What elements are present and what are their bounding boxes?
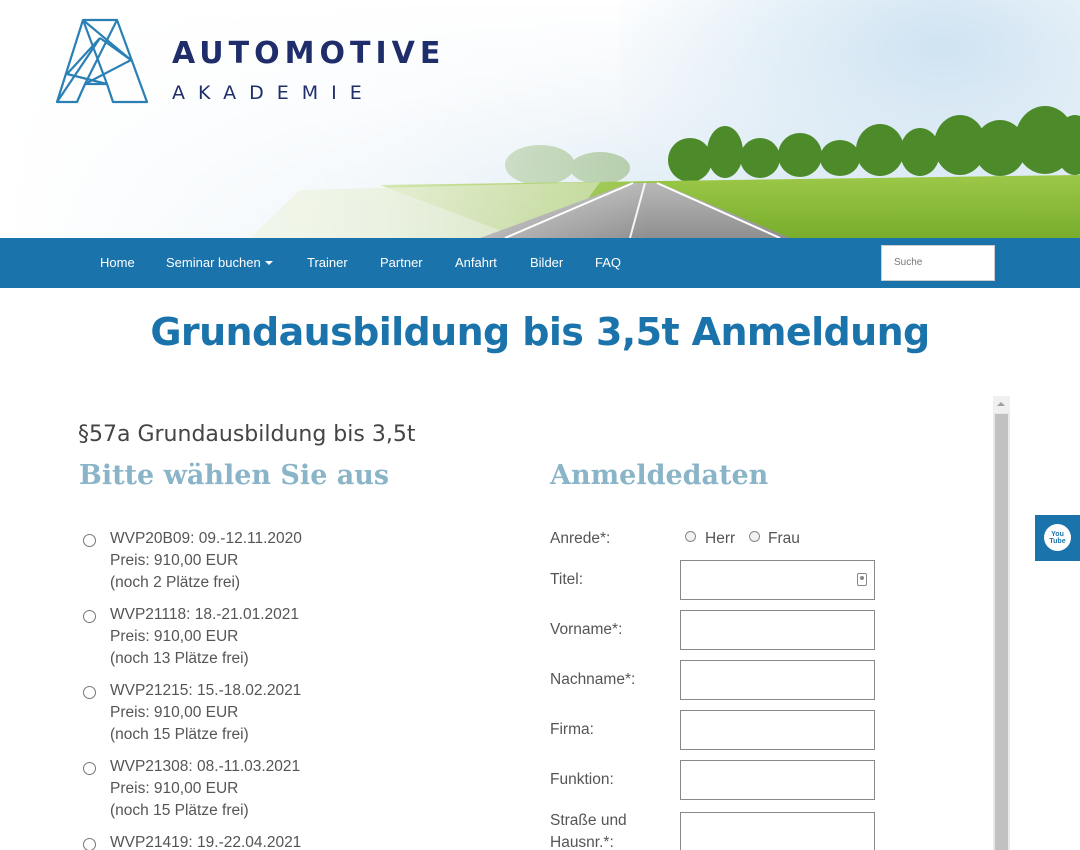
seminar-option[interactable]: WVP21308: 08.-11.03.2021 Preis: 910,00 E… [80,756,480,826]
nav-item-partner[interactable]: Partner [380,238,423,288]
seminar-seats: (noch 2 Plätze frei) [110,574,241,591]
seminar-seats: (noch 15 Plätze frei) [110,802,249,819]
seminar-code: WVP20B09: 09.-12.11.2020 [110,530,302,547]
titel-field[interactable] [680,560,875,600]
youtube-icon-text-line2: Tube [1049,538,1066,545]
youtube-icon-text: You Tube [1044,531,1071,545]
nav-item-trainer[interactable]: Trainer [307,238,348,288]
brand-logo-mark[interactable] [55,18,150,108]
seminar-option[interactable]: WVP21118: 18.-21.01.2021 Preis: 910,00 E… [80,604,480,674]
brand-title[interactable]: AUTOMOTIVE [172,36,445,71]
seminar-code: WVP21118: 18.-21.01.2021 [110,606,300,623]
firma-field[interactable] [680,710,875,750]
vorname-field[interactable] [680,610,875,650]
firma-label: Firma: [550,721,594,738]
funktion-field[interactable] [680,760,875,800]
contact-card-icon[interactable] [857,573,867,586]
anrede-option-herr[interactable]: Herr [705,530,735,548]
seminar-seats: (noch 15 Plätze frei) [110,726,249,743]
seminar-radio[interactable] [83,610,96,623]
registration-heading: Anmeldedaten [550,460,769,491]
strasse-label: Straße und Hausnr.*: [550,810,627,850]
youtube-icon-text-line1: You [1051,531,1064,538]
seminar-option[interactable]: WVP20B09: 09.-12.11.2020 Preis: 910,00 E… [80,528,480,598]
seminar-code: WVP21215: 15.-18.02.2021 [110,682,302,699]
selection-heading: Bitte wählen Sie aus [79,460,390,491]
anrede-option-frau[interactable]: Frau [768,530,800,548]
seminar-seats: (noch 13 Plätze frei) [110,650,249,667]
nav-item-home[interactable]: Home [100,238,135,288]
seminar-code: WVP21308: 08.-11.03.2021 [110,758,301,775]
seminar-price: Preis: 910,00 EUR [110,628,239,645]
strasse-label-line2: Hausnr.*: [550,834,614,850]
search-input[interactable]: Suche [881,245,995,281]
seminar-radio[interactable] [83,534,96,547]
strasse-field[interactable] [680,812,875,850]
page-title: Grundausbildung bis 3,5t Anmeldung [150,310,930,354]
nav-item-faq[interactable]: FAQ [595,238,621,288]
youtube-icon: You Tube [1044,524,1071,551]
nachname-field[interactable] [680,660,875,700]
brand-subtitle[interactable]: AKADEMIE [172,82,375,104]
course-heading: §57a Grundausbildung bis 3,5t [78,422,416,447]
vorname-label: Vorname*: [550,621,623,638]
seminar-radio[interactable] [83,838,96,850]
nachname-label: Nachname*: [550,671,636,688]
scroll-up-arrow-icon[interactable] [993,396,1010,413]
strasse-label-line1: Straße und [550,812,627,829]
seminar-option[interactable]: WVP21215: 15.-18.02.2021 Preis: 910,00 E… [80,680,480,750]
nav-item-bilder[interactable]: Bilder [530,238,563,288]
seminar-price: Preis: 910,00 EUR [110,704,239,721]
funktion-label: Funktion: [550,771,614,788]
banner-landscape [0,0,1080,238]
seminar-price: Preis: 910,00 EUR [110,780,239,797]
caret-down-icon [264,261,273,265]
scrollbar-thumb[interactable] [995,414,1008,850]
titel-label: Titel: [550,571,584,588]
anrede-radio-herr[interactable] [685,531,696,542]
seminar-radio[interactable] [83,762,96,775]
youtube-button[interactable]: You Tube [1035,515,1080,561]
seminar-option[interactable]: WVP21419: 19.-22.04.2021 [80,832,480,850]
seminar-radio[interactable] [83,686,96,699]
header-banner: AUTOMOTIVE AKADEMIE [0,0,1080,238]
anrede-radio-frau[interactable] [749,531,760,542]
nav-item-seminar-buchen-label: Seminar buchen [166,255,261,270]
seminar-code: WVP21419: 19.-22.04.2021 [110,834,302,850]
anrede-label: Anrede*: [550,530,611,547]
nav-item-anfahrt[interactable]: Anfahrt [455,238,497,288]
nav-item-seminar-buchen[interactable]: Seminar buchen [166,238,273,288]
seminar-price: Preis: 910,00 EUR [110,552,239,569]
